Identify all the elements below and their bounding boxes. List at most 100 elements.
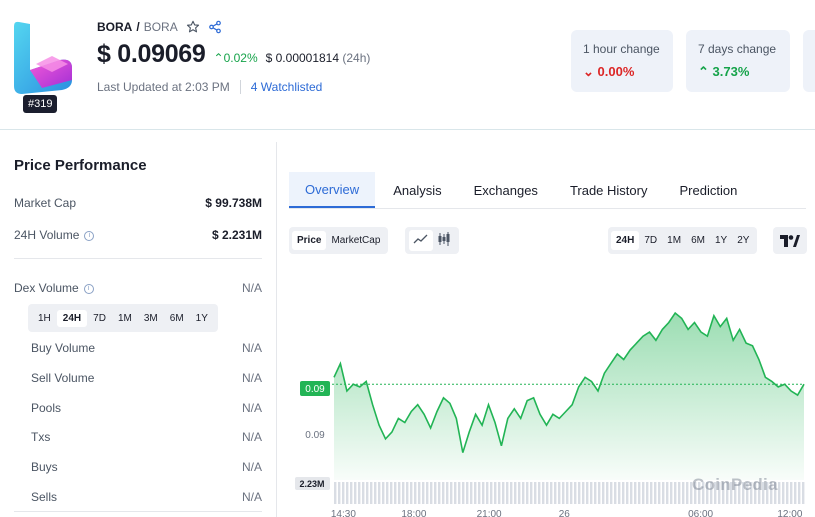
volume-bar — [474, 482, 477, 504]
info-icon[interactable]: i — [84, 230, 95, 241]
tab-exchanges[interactable]: Exchanges — [458, 172, 554, 208]
mode-price[interactable]: Price — [292, 231, 327, 250]
volume-bar — [670, 482, 673, 504]
x-tick-label: 14:30 — [331, 509, 356, 517]
updated-row: Last Updated at 2:03 PM 4 Watchlisted — [97, 80, 322, 94]
last-updated: Last Updated at 2:03 PM — [97, 80, 230, 94]
volume-bar — [398, 482, 401, 504]
range-24h[interactable]: 24H — [56, 309, 88, 327]
range-2y[interactable]: 2Y — [732, 231, 754, 250]
volume-bar — [546, 482, 549, 504]
volume-bar — [582, 482, 585, 504]
x-axis: 14:30 18:00 21:00 26 06:00 12:00 — [331, 509, 803, 517]
volume-bar — [678, 482, 681, 504]
volume-bar — [662, 482, 665, 504]
dex-range-selector: 1H 24H 7D 1M 3M 6M 1Y — [28, 304, 218, 332]
volume-bar — [494, 482, 497, 504]
volume-bar — [478, 482, 481, 504]
dex-row-value: N/A — [241, 460, 262, 474]
star-icon[interactable] — [186, 20, 200, 34]
range-1m[interactable]: 1M — [662, 231, 686, 250]
sells-row: Sells N/A — [31, 490, 262, 504]
next-change-card — [803, 30, 815, 92]
volume-bar — [778, 482, 781, 504]
range-7d[interactable]: 7D — [639, 231, 662, 250]
change-label: 1 hour change — [583, 42, 660, 56]
chart-mode-selector: Price MarketCap — [289, 227, 389, 254]
tradingview-button[interactable] — [773, 227, 807, 254]
volume-bar — [682, 482, 685, 504]
volume-bar — [410, 482, 413, 504]
range-24h[interactable]: 24H — [611, 231, 640, 250]
watchlisted-link[interactable]: 4 Watchlisted — [251, 80, 323, 94]
dex-row-label: Txs — [31, 430, 51, 444]
volume-bar — [570, 482, 573, 504]
txs-row: Txs N/A — [31, 430, 262, 444]
volume-bar — [666, 482, 669, 504]
volume-bar — [686, 482, 689, 504]
volume-bar — [450, 482, 453, 504]
volume-bar — [338, 482, 341, 504]
range-1m[interactable]: 1M — [112, 310, 138, 327]
range-7d[interactable]: 7D — [87, 310, 112, 327]
change-value: ⌃ 3.73% — [698, 64, 750, 79]
volume-bar — [422, 482, 425, 504]
range-3m[interactable]: 3M — [138, 310, 164, 327]
volume-bar — [646, 482, 649, 504]
change-label: 7 days change — [698, 42, 777, 56]
x-tick-label: 06:00 — [688, 509, 713, 517]
coin-price: $ 0.09069 — [97, 40, 206, 68]
volume-bar — [618, 482, 621, 504]
share-icon[interactable] — [208, 20, 222, 34]
volume-bar — [382, 482, 385, 504]
tab-overview[interactable]: Overview — [289, 172, 376, 208]
dex-row-value: N/A — [241, 341, 262, 355]
dex-row-value: N/A — [241, 401, 262, 415]
x-tick-label: 26 — [559, 509, 571, 517]
volume-bar — [358, 482, 361, 504]
range-1y[interactable]: 1Y — [710, 231, 732, 250]
range-6m[interactable]: 6M — [164, 310, 190, 327]
btc-price-value: $ 0.00001814 — [265, 51, 340, 65]
dex-volume-label: Dex Volume — [14, 281, 79, 295]
volume-bar — [438, 482, 441, 504]
btc-price: $ 0.00001814 (24h) — [266, 51, 371, 65]
volume-marker: 2.23M — [295, 477, 330, 490]
divider — [239, 80, 241, 94]
dex-row-value: N/A — [241, 490, 262, 504]
btc-period: (24h) — [342, 51, 371, 65]
volume-bar — [562, 482, 565, 504]
candlestick-icon[interactable] — [433, 229, 455, 252]
change-value-text: 0.00% — [597, 64, 635, 79]
section-divider — [14, 511, 262, 512]
volume-bar — [490, 482, 493, 504]
line-chart-icon[interactable] — [409, 230, 433, 251]
change-value: ⌄ 0.00% — [583, 64, 635, 79]
volume-bar — [514, 482, 517, 504]
price-row: $ 0.09069 ⌃0.02% $ 0.00001814 (24h) — [97, 40, 370, 69]
info-icon[interactable]: i — [83, 283, 94, 294]
chart-range-selector: 24H 7D 1M 6M 1Y 2Y — [608, 227, 758, 254]
dex-row-value: N/A — [241, 430, 262, 444]
volume-bar — [386, 482, 389, 504]
volume-bar — [538, 482, 541, 504]
volume-bar — [506, 482, 509, 504]
market-cap-label: Market Cap — [14, 196, 77, 210]
volume-value: $ 2.231M — [211, 228, 262, 242]
mode-marketcap[interactable]: MarketCap — [326, 231, 385, 250]
volume-bar — [426, 482, 429, 504]
volume-bar — [526, 482, 529, 504]
volume-bar — [534, 482, 537, 504]
volume-bar — [794, 482, 797, 504]
tab-prediction[interactable]: Prediction — [663, 172, 753, 208]
dex-row-value: N/A — [241, 371, 262, 385]
tab-analysis[interactable]: Analysis — [377, 172, 457, 208]
tab-trade-history[interactable]: Trade History — [554, 172, 664, 208]
volume-bar — [354, 482, 357, 504]
range-1h[interactable]: 1H — [32, 310, 57, 327]
range-6m[interactable]: 6M — [686, 231, 710, 250]
volume-bar — [394, 482, 397, 504]
buys-row: Buys N/A — [31, 460, 262, 474]
range-1y[interactable]: 1Y — [190, 310, 214, 327]
coin-pair: BORA — [143, 20, 178, 34]
